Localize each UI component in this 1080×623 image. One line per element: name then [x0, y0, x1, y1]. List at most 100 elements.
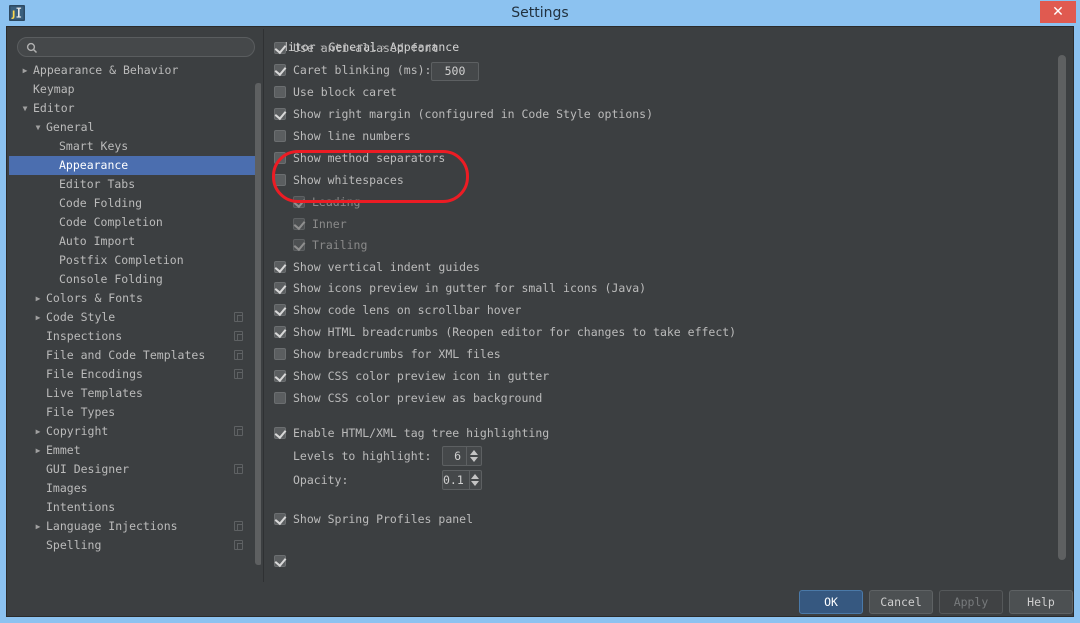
- sidebar-item-code-style[interactable]: ▶Code Style: [9, 308, 261, 327]
- sidebar-item-spelling[interactable]: Spelling: [9, 536, 261, 555]
- sidebar-item-label: Colors & Fonts: [46, 289, 143, 308]
- opacity-spinner[interactable]: 0.1: [442, 470, 482, 490]
- sidebar-item-label: GUI Designer: [46, 460, 129, 479]
- checkbox[interactable]: [274, 370, 286, 382]
- checkbox[interactable]: [274, 326, 286, 338]
- sidebar-item-label: Editor: [33, 99, 75, 118]
- option-label: Show breadcrumbs for XML files: [293, 345, 501, 363]
- copy-settings-icon[interactable]: [234, 331, 243, 341]
- sidebar-item-label: Spelling: [46, 536, 101, 555]
- sidebar-item-code-completion[interactable]: Code Completion: [9, 213, 261, 232]
- search-input[interactable]: [17, 37, 255, 57]
- checkbox[interactable]: [274, 304, 286, 316]
- chevron-down-icon[interactable]: ▼: [19, 99, 31, 118]
- caret-up-icon[interactable]: [470, 450, 478, 455]
- copy-settings-icon[interactable]: [234, 312, 243, 322]
- help-button[interactable]: Help: [1009, 590, 1073, 614]
- clipped-checkbox[interactable]: [274, 555, 286, 567]
- checkbox[interactable]: [274, 261, 286, 273]
- chevron-right-icon[interactable]: ▶: [19, 61, 31, 80]
- sidebar-item-label: Code Folding: [59, 194, 142, 213]
- copy-settings-icon[interactable]: [234, 426, 243, 436]
- copy-settings-icon[interactable]: [234, 521, 243, 531]
- sidebar-item-gui-designer[interactable]: GUI Designer: [9, 460, 261, 479]
- sidebar-item-file-types[interactable]: File Types: [9, 403, 261, 422]
- caret-blinking-input[interactable]: 500: [431, 62, 479, 81]
- checkbox[interactable]: [274, 86, 286, 98]
- settings-dialog: ▶Appearance & BehaviorKeymap▼Editor▼Gene…: [6, 26, 1074, 617]
- sidebar-item-inspections[interactable]: Inspections: [9, 327, 261, 346]
- checkbox[interactable]: [274, 348, 286, 360]
- sidebar-item-appearance[interactable]: Appearance: [9, 156, 261, 175]
- caret-down-icon[interactable]: [471, 481, 479, 486]
- checkbox[interactable]: [274, 108, 286, 120]
- sidebar-item-language-injections[interactable]: ▶Language Injections: [9, 517, 261, 536]
- option-label: Show code lens on scrollbar hover: [293, 301, 521, 319]
- copy-settings-icon[interactable]: [234, 540, 243, 550]
- option-label: Show vertical indent guides: [293, 258, 480, 276]
- sidebar-item-smart-keys[interactable]: Smart Keys: [9, 137, 261, 156]
- checkbox[interactable]: [274, 42, 286, 54]
- copy-settings-icon[interactable]: [234, 464, 243, 474]
- copy-settings-icon[interactable]: [234, 350, 243, 360]
- sidebar-item-label: File and Code Templates: [46, 346, 205, 365]
- checkbox[interactable]: [293, 218, 305, 230]
- search-box[interactable]: [17, 35, 255, 55]
- caret-down-icon[interactable]: [470, 457, 478, 462]
- sidebar-item-label: Appearance: [59, 156, 128, 175]
- chevron-right-icon[interactable]: ▶: [32, 422, 44, 441]
- checkbox[interactable]: [274, 282, 286, 294]
- checkbox[interactable]: [274, 513, 286, 525]
- sidebar-item-editor-tabs[interactable]: Editor Tabs: [9, 175, 261, 194]
- levels-to-highlight-spinner[interactable]: 6: [442, 446, 482, 466]
- sidebar-item-appearance-behavior[interactable]: ▶Appearance & Behavior: [9, 61, 261, 80]
- title-bar: J Settings ✕: [0, 0, 1080, 26]
- sidebar-item-general[interactable]: ▼General: [9, 118, 261, 137]
- caret-up-icon[interactable]: [471, 474, 479, 479]
- option-label: Show Spring Profiles panel: [293, 510, 473, 528]
- checkbox[interactable]: [293, 239, 305, 251]
- chevron-right-icon[interactable]: ▶: [32, 308, 44, 327]
- sidebar-item-colors-fonts[interactable]: ▶Colors & Fonts: [9, 289, 261, 308]
- sidebar-item-label: General: [46, 118, 94, 137]
- sidebar-item-postfix-completion[interactable]: Postfix Completion: [9, 251, 261, 270]
- levels-to-highlight-stepper[interactable]: [466, 447, 481, 465]
- checkbox[interactable]: [293, 196, 305, 208]
- ok-button[interactable]: OK: [799, 590, 863, 614]
- opacity-value[interactable]: 0.1: [443, 471, 469, 489]
- sidebar-item-emmet[interactable]: ▶Emmet: [9, 441, 261, 460]
- levels-to-highlight-value[interactable]: 6: [443, 447, 466, 465]
- chevron-down-icon[interactable]: ▼: [32, 118, 44, 137]
- content-scrollbar[interactable]: [1058, 55, 1066, 560]
- sidebar-item-editor[interactable]: ▼Editor: [9, 99, 261, 118]
- close-icon[interactable]: ✕: [1040, 1, 1076, 23]
- opacity-stepper[interactable]: [469, 471, 481, 489]
- sidebar-scrollbar[interactable]: [255, 83, 261, 565]
- sidebar-item-auto-import[interactable]: Auto Import: [9, 232, 261, 251]
- checkbox[interactable]: [274, 152, 286, 164]
- sidebar-item-images[interactable]: Images: [9, 479, 261, 498]
- checkbox[interactable]: [274, 130, 286, 142]
- sidebar-item-console-folding[interactable]: Console Folding: [9, 270, 261, 289]
- sidebar-item-file-and-code-templates[interactable]: File and Code Templates: [9, 346, 261, 365]
- sidebar-item-code-folding[interactable]: Code Folding: [9, 194, 261, 213]
- cancel-button[interactable]: Cancel: [869, 590, 933, 614]
- sidebar-item-live-templates[interactable]: Live Templates: [9, 384, 261, 403]
- chevron-right-icon[interactable]: ▶: [32, 441, 44, 460]
- sidebar-item-file-encodings[interactable]: File Encodings: [9, 365, 261, 384]
- option-label: Inner: [312, 215, 347, 233]
- settings-tree[interactable]: ▶Appearance & BehaviorKeymap▼Editor▼Gene…: [9, 61, 261, 582]
- checkbox[interactable]: [274, 392, 286, 404]
- option-label: Use anti-aliased font: [293, 39, 438, 57]
- opacity-label: Opacity:: [293, 471, 348, 489]
- option-label: Use block caret: [293, 83, 397, 101]
- checkbox[interactable]: [274, 174, 286, 186]
- sidebar-item-keymap[interactable]: Keymap: [9, 80, 261, 99]
- checkbox[interactable]: [274, 427, 286, 439]
- sidebar-item-copyright[interactable]: ▶Copyright: [9, 422, 261, 441]
- sidebar-item-intentions[interactable]: Intentions: [9, 498, 261, 517]
- copy-settings-icon[interactable]: [234, 369, 243, 379]
- checkbox[interactable]: [274, 64, 286, 76]
- chevron-right-icon[interactable]: ▶: [32, 517, 44, 536]
- chevron-right-icon[interactable]: ▶: [32, 289, 44, 308]
